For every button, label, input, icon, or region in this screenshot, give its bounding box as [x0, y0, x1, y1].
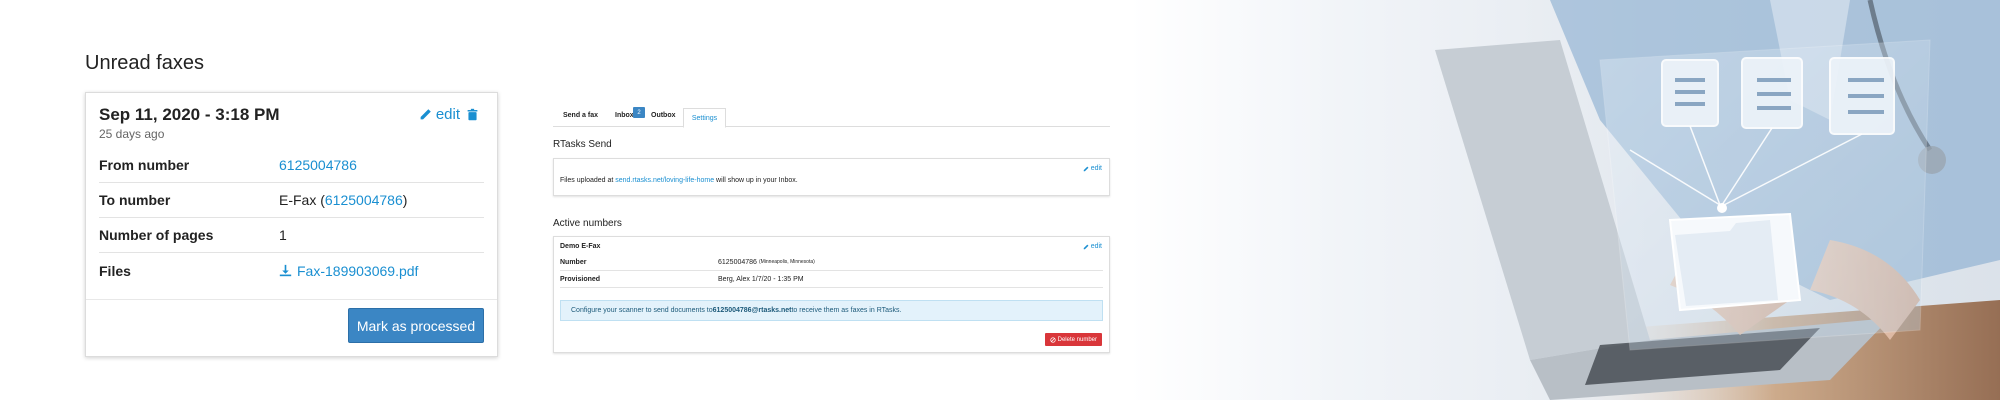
number-value: 6125004786: [718, 258, 757, 266]
mark-as-processed-button[interactable]: Mark as processed: [348, 308, 484, 343]
number-label: Number: [560, 258, 587, 266]
pencil-icon: [1083, 244, 1089, 249]
unread-faxes-heading: Unread faxes: [85, 52, 204, 74]
number-row: Number 6125004786 (Minneapolis, Minnesot…: [560, 254, 1103, 271]
files-label: Files: [99, 262, 131, 279]
send-settings-card: edit Files uploaded at send.rtasks.net/l…: [553, 158, 1110, 196]
edit-button[interactable]: edit: [419, 106, 460, 123]
number-location: (Minneapolis, Minnesota): [758, 259, 815, 265]
send-edit-button[interactable]: edit: [1083, 165, 1102, 172]
file-name: Fax-189903069.pdf: [297, 262, 419, 279]
detail-row-pages: Number of pages 1: [99, 218, 484, 253]
note-before: Configure your scanner to send documents…: [571, 307, 713, 314]
edit-label: edit: [435, 106, 460, 123]
settings-screenshot: Send a fax Inbox 2 Outbox Settings RTask…: [553, 100, 1110, 360]
inbox-count-badge: 2: [633, 107, 645, 118]
tab-inbox[interactable]: Inbox: [615, 112, 634, 119]
delete-number-button[interactable]: Delete number: [1044, 333, 1102, 346]
send-text-after: will show up in your Inbox.: [714, 177, 798, 184]
to-number-value: E-Fax (6125004786): [279, 192, 407, 208]
number-card-title: Demo E-Fax: [560, 243, 601, 250]
to-number-suffix: ): [402, 192, 408, 208]
note-email: 6125004786@rtasks.net: [712, 307, 792, 314]
fax-date: Sep 11, 2020 - 3:18 PM: [99, 105, 280, 124]
decorative-photo: [1130, 0, 2000, 400]
active-numbers-title: Active numbers: [553, 218, 622, 229]
provisioned-label: Provisioned: [560, 275, 601, 283]
send-upload-text: Files uploaded at send.rtasks.net/loving…: [560, 177, 798, 184]
fax-tabs: Send a fax Inbox 2 Outbox Settings: [553, 107, 1110, 128]
scanner-info-note: Configure your scanner to send documents…: [560, 300, 1103, 321]
provisioned-row: Provisioned Berg, Alex 1/7/20 - 1:35 PM: [560, 271, 1103, 288]
note-after: to receive them as faxes in RTasks.: [791, 307, 902, 314]
active-number-card: Demo E-Fax edit Number 6125004786 (Minne…: [553, 236, 1110, 353]
detail-row-to: To number E-Fax (6125004786): [99, 183, 484, 218]
number-edit-button[interactable]: edit: [1083, 243, 1102, 250]
tab-outbox[interactable]: Outbox: [651, 112, 676, 119]
from-number-link[interactable]: 6125004786: [279, 157, 357, 173]
hologram-node: [1717, 203, 1727, 213]
tab-send-a-fax[interactable]: Send a fax: [563, 112, 598, 119]
file-download-link[interactable]: Fax-189903069.pdf: [279, 263, 418, 279]
tab-settings[interactable]: Settings: [683, 108, 726, 128]
number-edit-label: edit: [1090, 243, 1102, 250]
ban-icon: [1050, 336, 1056, 343]
to-number-label: To number: [99, 192, 171, 208]
fax-actions: edit: [419, 106, 479, 123]
send-text-before: Files uploaded at: [560, 177, 616, 184]
send-section-title: RTasks Send: [553, 139, 612, 150]
page-count-label: Number of pages: [99, 227, 214, 243]
provisioned-value: Berg, Alex 1/7/20 - 1:35 PM: [718, 275, 804, 283]
fax-card: Sep 11, 2020 - 3:18 PM 25 days ago edit …: [85, 92, 498, 357]
fax-relative-time: 25 days ago: [99, 127, 165, 141]
page-count-value: 1: [279, 227, 287, 243]
send-edit-label: edit: [1090, 165, 1102, 172]
card-footer-divider: [86, 299, 497, 300]
trash-icon[interactable]: [466, 108, 479, 121]
to-number-link[interactable]: 6125004786: [325, 192, 403, 208]
detail-row-files: Files Fax-189903069.pdf: [99, 253, 484, 288]
pencil-icon: [1083, 166, 1089, 171]
fax-details: From number 6125004786 To number E-Fax (…: [99, 148, 484, 288]
download-icon: [279, 264, 292, 277]
pencil-icon: [420, 109, 431, 120]
to-number-prefix: E-Fax (: [279, 192, 325, 208]
from-number-label: From number: [99, 157, 190, 173]
send-upload-link[interactable]: send.rtasks.net/loving-life-home: [615, 177, 714, 184]
detail-row-from: From number 6125004786: [99, 148, 484, 183]
delete-number-label: Delete number: [1057, 336, 1097, 343]
